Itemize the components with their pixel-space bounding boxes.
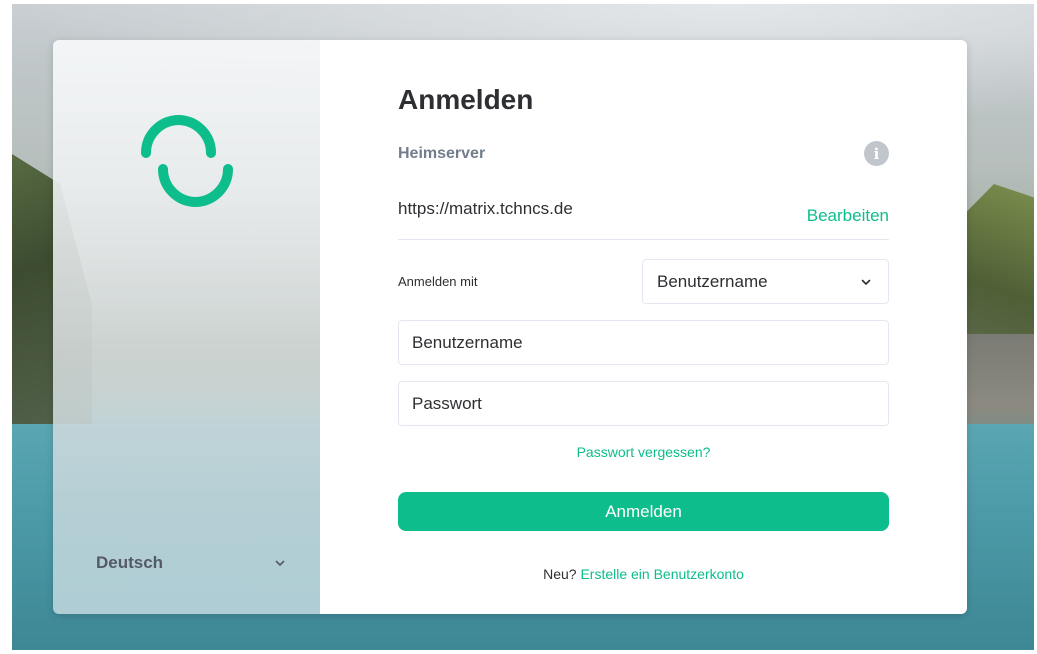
- homeserver-label: Heimserver: [398, 145, 486, 162]
- divider: [398, 239, 889, 240]
- language-select[interactable]: Deutsch: [96, 548, 286, 578]
- login-button[interactable]: Anmelden: [398, 492, 889, 531]
- register-row: Neu? Erstelle ein Benutzerkonto: [398, 566, 889, 582]
- password-input[interactable]: [398, 381, 889, 426]
- language-label: Deutsch: [96, 553, 164, 572]
- login-type-select[interactable]: Benutzername: [642, 259, 889, 304]
- chevron-down-icon: [861, 279, 871, 285]
- info-icon[interactable]: i: [864, 141, 889, 166]
- register-prefix: Neu?: [543, 566, 577, 582]
- page-title: Anmelden: [398, 84, 534, 115]
- login-form-panel: Anmelden Heimserver i https://matrix.tch…: [320, 40, 967, 614]
- login-with-label: Anmelden mit: [398, 274, 478, 289]
- element-logo-icon: [141, 115, 233, 207]
- chevron-down-icon: [275, 560, 285, 566]
- login-type-value: Benutzername: [657, 271, 768, 291]
- forgot-password-link[interactable]: Passwort vergessen?: [398, 444, 889, 460]
- homeserver-url: https://matrix.tchncs.de: [398, 199, 573, 218]
- username-input[interactable]: [398, 320, 889, 365]
- create-account-link[interactable]: Erstelle ein Benutzerkonto: [580, 566, 743, 582]
- login-card: Deutsch Anmelden Heimserver i https://ma…: [53, 40, 967, 614]
- homeserver-edit-link[interactable]: Bearbeiten: [807, 206, 889, 226]
- card-sidebar: Deutsch: [53, 40, 320, 614]
